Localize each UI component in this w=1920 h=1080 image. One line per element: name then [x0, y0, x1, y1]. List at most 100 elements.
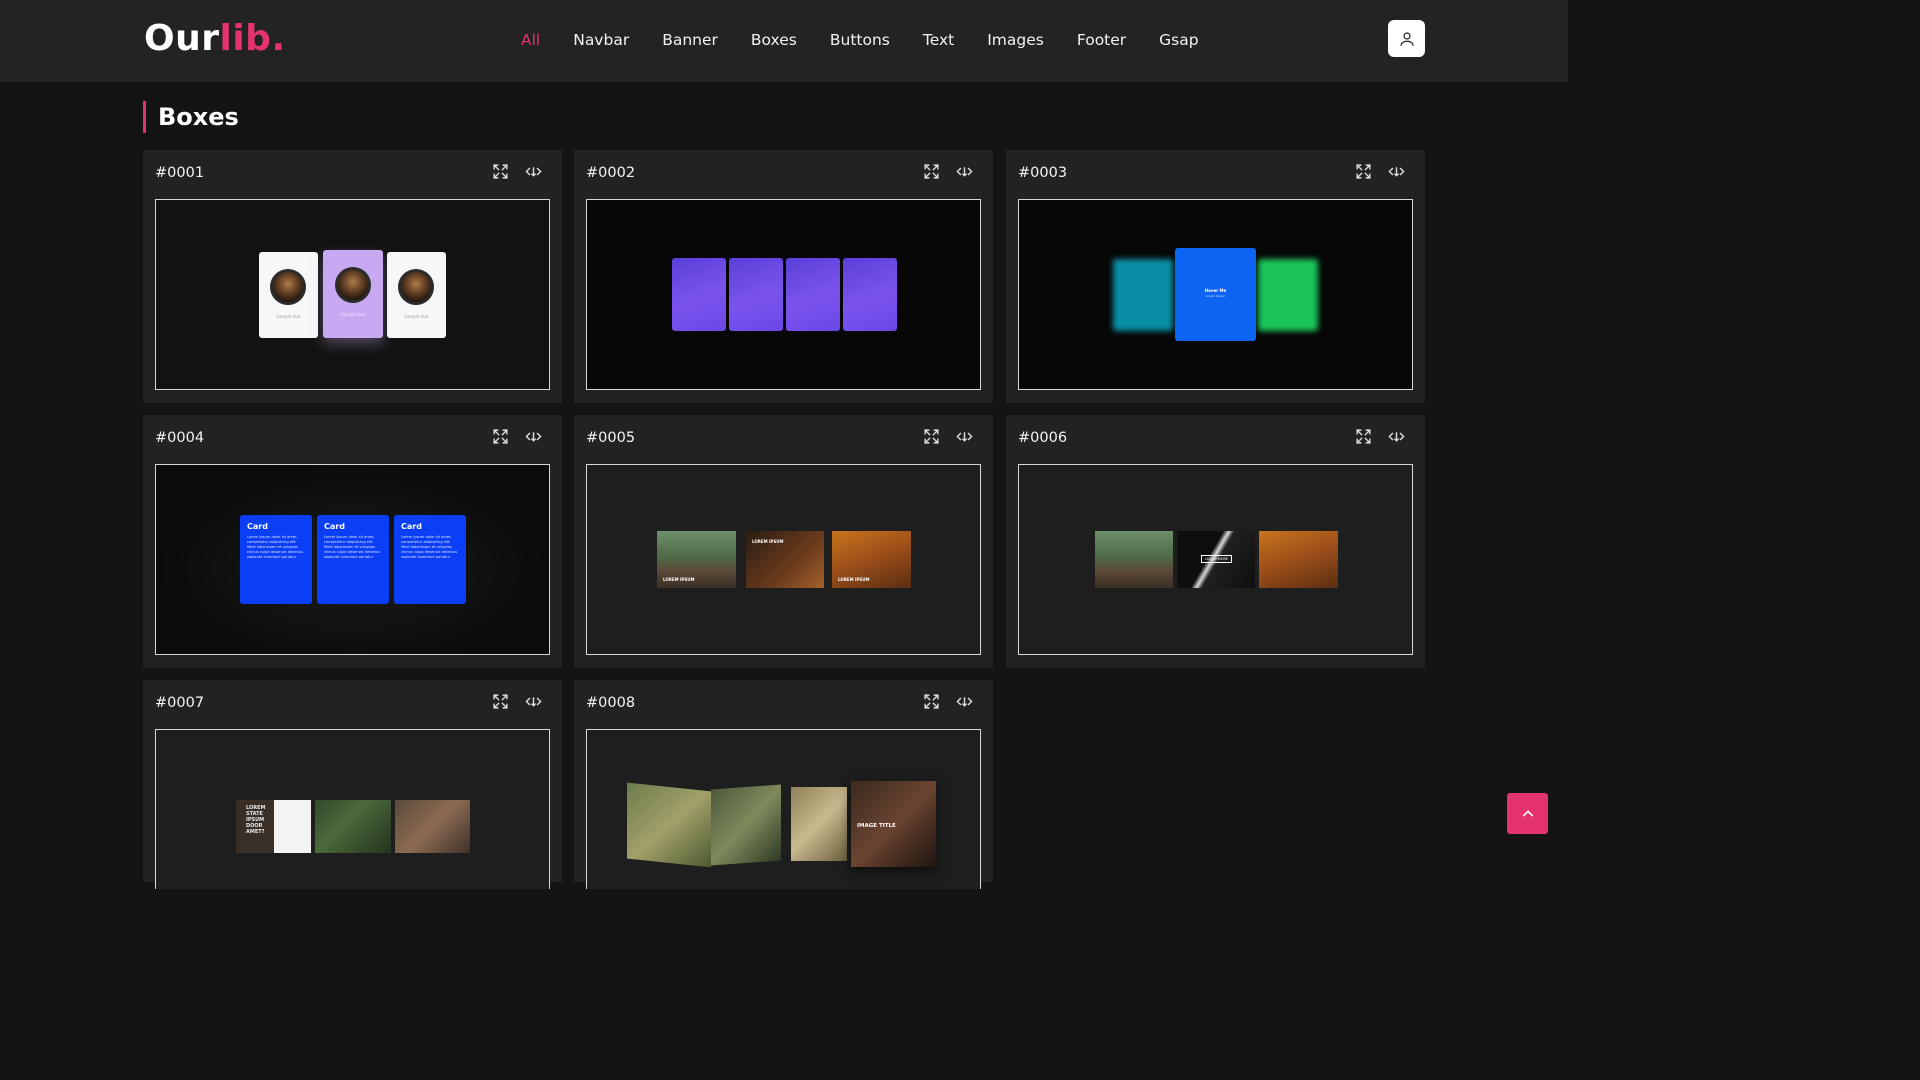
- image-title-card: IMAGE TITLE: [851, 781, 936, 867]
- user-icon: [1399, 31, 1414, 46]
- logo[interactable]: Ourlib.: [144, 18, 286, 59]
- code-icon[interactable]: [955, 692, 974, 711]
- learn-more-button: LEARN MORE: [1201, 555, 1233, 563]
- code-icon[interactable]: [1387, 427, 1406, 446]
- card-header: #0007: [155, 692, 550, 712]
- text-photo: LOREM STATE IPSUM DOOR AMET?: [236, 800, 274, 853]
- photo-text: LOREM STATE IPSUM DOOR AMET?: [246, 805, 266, 835]
- forest-photographer-photo: [315, 800, 391, 853]
- card-header: #0002: [586, 162, 981, 182]
- autumn-forest-photo: LOREM IPSUM: [832, 531, 911, 588]
- blurred-box-green: [1258, 259, 1318, 331]
- expand-icon[interactable]: [1354, 162, 1373, 181]
- autumn-photo-dark: LOREM IPSUM: [746, 531, 824, 588]
- autumn-forest-photo: [1259, 531, 1338, 588]
- card-title: Card: [401, 522, 422, 531]
- box-card: #0006 LEARN MORE: [1006, 415, 1425, 668]
- purple-box: [843, 258, 897, 331]
- purple-box: [729, 258, 783, 331]
- expand-icon[interactable]: [491, 692, 510, 711]
- logo-part-our: Our: [144, 18, 220, 59]
- card-body: Lorem ipsum dolor sit amet, consectetur …: [247, 535, 304, 559]
- image-title: IMAGE TITLE: [857, 823, 896, 829]
- nav-item-text[interactable]: Text: [923, 31, 954, 49]
- nav-item-navbar[interactable]: Navbar: [573, 31, 629, 49]
- card-body: Lorem ipsum dolor sit amet, consectetur …: [324, 535, 381, 559]
- expand-icon[interactable]: [1354, 427, 1373, 446]
- code-icon[interactable]: [1387, 162, 1406, 181]
- woman-reading-photo: [711, 784, 781, 866]
- picnic-photo: [791, 787, 847, 861]
- main-nav: All Navbar Banner Boxes Buttons Text Ima…: [521, 31, 1232, 49]
- photo-label: LOREM IPSUM: [838, 577, 870, 582]
- expand-icon[interactable]: [922, 692, 941, 711]
- nav-item-buttons[interactable]: Buttons: [830, 31, 890, 49]
- card-caption: Sample text: [404, 314, 429, 319]
- card-header: #0006: [1018, 427, 1413, 447]
- hover-title: Hover Me: [1204, 288, 1227, 293]
- card-title: Card: [324, 522, 345, 531]
- chevron-up-icon: [1522, 809, 1533, 817]
- section-title: Boxes: [143, 101, 239, 133]
- card-caption: Sample text: [276, 314, 301, 319]
- scroll-to-top-button[interactable]: [1507, 793, 1548, 834]
- expand-icon[interactable]: [491, 162, 510, 181]
- purple-box: [786, 258, 840, 331]
- top-header: Ourlib. All Navbar Banner Boxes Buttons …: [0, 0, 1568, 82]
- card-preview[interactable]: Card Lorem ipsum dolor sit amet, consect…: [155, 464, 550, 655]
- card-id: #0001: [155, 165, 205, 181]
- nav-item-images[interactable]: Images: [987, 31, 1044, 49]
- avatar: [398, 269, 434, 305]
- card-id: #0006: [1018, 430, 1068, 446]
- logo-part-lib: lib.: [219, 18, 286, 59]
- card-header: #0008: [586, 692, 981, 712]
- card-preview[interactable]: LOREM IPSUM LOREM IPSUM LOREM IPSUM: [586, 464, 981, 655]
- avatar: [270, 269, 306, 305]
- expand-icon[interactable]: [491, 427, 510, 446]
- card-preview[interactable]: [586, 199, 981, 390]
- box-card: #0007 LOREM STATE IPSUM DOOR AMET?: [143, 680, 562, 889]
- card-header: #0004: [155, 427, 550, 447]
- blurred-box-teal: [1113, 259, 1173, 331]
- nav-item-boxes[interactable]: Boxes: [751, 31, 797, 49]
- blue-text-card: Card Lorem ipsum dolor sit amet, consect…: [317, 515, 389, 604]
- code-icon[interactable]: [524, 427, 543, 446]
- woman-hat-photo: [627, 782, 711, 868]
- avatar: [335, 267, 371, 303]
- card-id: #0007: [155, 695, 205, 711]
- expand-icon[interactable]: [922, 427, 941, 446]
- code-icon[interactable]: [955, 162, 974, 181]
- box-card: #0002: [574, 150, 993, 403]
- card-id: #0004: [155, 430, 205, 446]
- nav-item-banner[interactable]: Banner: [662, 31, 718, 49]
- profile-card: Sample text: [387, 252, 446, 338]
- card-header: #0005: [586, 427, 981, 447]
- card-preview[interactable]: Hover Me Lorem Ipsum: [1018, 199, 1413, 390]
- diagonal-photo: LEARN MORE: [1177, 531, 1255, 588]
- card-preview[interactable]: Sample text Sample text Sample text: [155, 199, 550, 390]
- blue-text-card: Card Lorem ipsum dolor sit amet, consect…: [394, 515, 466, 604]
- card-body: Lorem ipsum dolor sit amet, consectetur …: [401, 535, 458, 559]
- card-caption: Sample text: [340, 312, 366, 317]
- nav-item-all[interactable]: All: [521, 31, 540, 49]
- code-icon[interactable]: [955, 427, 974, 446]
- card-header: #0003: [1018, 162, 1413, 182]
- user-account-button[interactable]: [1388, 20, 1425, 57]
- profile-card: Sample text: [259, 252, 318, 338]
- nav-item-gsap[interactable]: Gsap: [1159, 31, 1198, 49]
- hover-subtitle: Lorem Ipsum: [1205, 294, 1226, 298]
- code-icon[interactable]: [524, 162, 543, 181]
- box-card: #0008 IMAGE TITLE: [574, 680, 993, 889]
- box-card: #0005 LOREM IPSUM LOREM IPSUM LOREM IPSU…: [574, 415, 993, 668]
- card-preview[interactable]: LEARN MORE: [1018, 464, 1413, 655]
- hover-box: Hover Me Lorem Ipsum: [1175, 248, 1256, 341]
- card-preview[interactable]: IMAGE TITLE: [586, 729, 981, 889]
- expand-icon[interactable]: [922, 162, 941, 181]
- code-icon[interactable]: [524, 692, 543, 711]
- card-preview[interactable]: LOREM STATE IPSUM DOOR AMET?: [155, 729, 550, 889]
- white-text-panel: [274, 800, 311, 853]
- card-id: #0008: [586, 695, 636, 711]
- box-card: #0003 Hover Me Lorem Ipsum: [1006, 150, 1425, 403]
- card-title: Card: [247, 522, 268, 531]
- nav-item-footer[interactable]: Footer: [1077, 31, 1126, 49]
